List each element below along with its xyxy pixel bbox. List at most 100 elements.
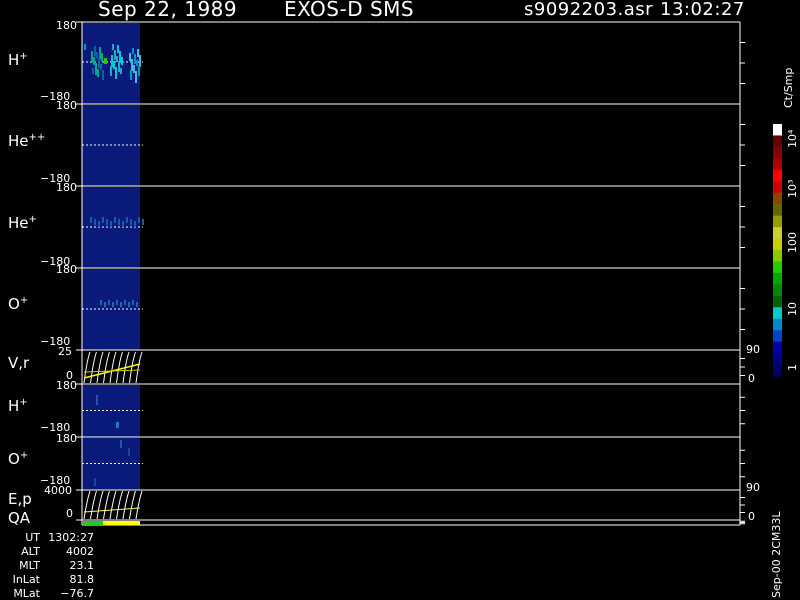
h-plus-data-19	[115, 67, 117, 79]
tick-top-p3: 180	[56, 263, 77, 276]
ep-curve-5	[116, 490, 123, 520]
vr-curve-3	[103, 351, 110, 384]
h-plus-data-32	[92, 68, 94, 74]
h-plus-data-16	[116, 56, 118, 62]
ep-curve-8	[135, 490, 143, 520]
he-plus-data-4	[106, 219, 108, 225]
colorbar-swatch-7	[773, 204, 782, 217]
vr-curve-7	[129, 351, 136, 384]
h-plus-data-34	[110, 66, 112, 76]
colorbar-swatch-6	[773, 192, 782, 205]
h-plus-data-25	[113, 61, 115, 69]
info-mlt: MLT 23.1	[19, 559, 94, 572]
colorbar-swatch-19	[773, 341, 782, 354]
tick-top-p7: 4000	[44, 484, 72, 497]
h-plus-data-18	[134, 54, 136, 64]
he-plus-data-11	[134, 221, 136, 227]
colorbar-label-1e4: 10⁴	[786, 129, 799, 148]
h-plus-data-0	[84, 44, 86, 50]
ep-curve-0	[83, 490, 91, 520]
he-plus-data-0	[90, 217, 92, 223]
he-plus-data-6	[114, 217, 116, 223]
footer-tag: Sep-00 2CM33L	[770, 511, 783, 599]
vr-curve-2	[96, 351, 104, 384]
o-plus-data-8	[132, 300, 134, 305]
h-plus-data-12	[136, 60, 138, 66]
panel-label-o-plus-2: O+	[8, 450, 29, 468]
tick-bot-p7: 0	[66, 507, 73, 520]
h-plus-data-24	[132, 48, 134, 54]
h-plus-data-23	[95, 63, 97, 75]
h-plus-data-10	[118, 62, 120, 72]
h-plus-data-2	[102, 70, 104, 80]
he-plus-data-3	[102, 217, 104, 223]
right-tick-bot-vr: 0	[748, 372, 755, 385]
info-mlat: MLat −76.7	[13, 587, 94, 600]
tick-top-p4: 25	[58, 345, 72, 358]
colorbar-swatch-3	[773, 158, 782, 171]
o-plus-data-6	[124, 300, 126, 305]
panel-label-ep: E,p	[8, 490, 32, 508]
h-plus-data-28	[112, 44, 114, 50]
colorbar-swatch-8	[773, 215, 782, 228]
colorbar-swatch-9	[773, 227, 782, 240]
info-inlat: InLat 81.8	[12, 573, 94, 586]
panel-label-o-plus: O+	[8, 295, 29, 313]
panel-label-h-plus: H+	[8, 51, 28, 69]
colorbar-swatch-10	[773, 238, 782, 251]
colorbar-swatch-21	[773, 364, 782, 377]
ep-curve-3	[103, 490, 110, 520]
right-tick-bot-ep: 0	[748, 510, 755, 523]
qa-segment-green	[83, 521, 103, 525]
h-plus-data-35	[91, 51, 93, 63]
h-plus-data-6	[138, 66, 140, 76]
h-plus-2-data-0	[96, 395, 98, 405]
o-plus-data-1	[104, 302, 106, 307]
vr-curve-4	[109, 351, 117, 384]
o-plus-data-0	[100, 300, 102, 305]
h-plus-data-peak	[104, 58, 107, 64]
h-plus-data-15	[135, 71, 137, 83]
colorbar-swatch-20	[773, 353, 782, 366]
colorbar-swatch-13	[773, 272, 782, 285]
ep-curve-6	[122, 490, 130, 520]
he-plus-data-5	[110, 221, 112, 227]
o-plus-data-7	[128, 302, 130, 307]
h-plus-data-11	[99, 47, 101, 59]
colorbar-swatch-12	[773, 261, 782, 274]
colorbar-swatch-2	[773, 146, 782, 159]
h-plus-data-4	[120, 68, 122, 74]
colorbar-swatch-16	[773, 307, 782, 320]
colorbar-label-10: 10	[786, 302, 799, 316]
ep-curve-7	[129, 490, 136, 520]
tick-top-p5: 180	[56, 379, 77, 392]
colorbar-swatch-17	[773, 318, 782, 331]
colorbar-swatch-4	[773, 169, 782, 182]
o-plus-data-2	[108, 300, 110, 305]
panel-label-qa: QA	[8, 509, 31, 527]
colorbar-swatch-11	[773, 250, 782, 262]
h-plus-data-5	[101, 53, 103, 61]
h-plus-data-21	[133, 65, 135, 73]
panel-label-he-plus: He+	[8, 214, 37, 232]
tick-top-p2: 180	[56, 181, 77, 194]
tick-top-p1: 180	[56, 99, 77, 112]
colorbar-label-1e3: 10³	[786, 179, 799, 198]
h-plus-data-27	[131, 59, 133, 71]
h-plus-data-14	[98, 58, 100, 68]
ep-curve-4	[109, 490, 117, 520]
right-tick-top-vr: 90	[746, 343, 760, 356]
o-plus-2-data-2	[94, 478, 96, 486]
he-plus-data-7	[118, 219, 120, 225]
vr-curve-8	[135, 351, 143, 384]
h-plus-data-7	[119, 51, 121, 63]
spectrogram-plot	[76, 21, 782, 526]
h-plus-data-33	[129, 53, 131, 61]
h-plus-data-31	[111, 55, 113, 67]
he-plus-data-8	[122, 221, 124, 227]
vr-curve-5	[116, 351, 123, 384]
he-plus-data-2	[98, 221, 100, 227]
he-plus-data-13	[142, 219, 144, 225]
h-plus-data-3	[139, 55, 141, 67]
o-plus-data-4	[116, 300, 118, 305]
